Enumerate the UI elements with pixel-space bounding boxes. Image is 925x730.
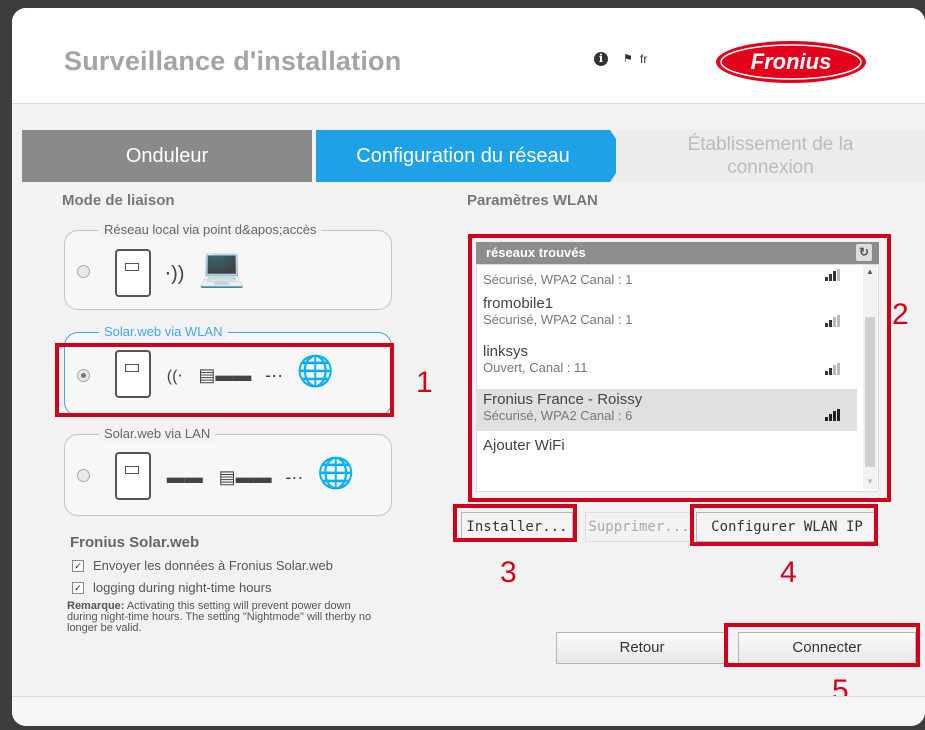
step-etablissement-connexion[interactable]: Établissement de la connexion xyxy=(616,130,925,182)
radio-lan[interactable] xyxy=(77,469,90,482)
mode-option-local-label: Réseau local via point d&apos;accès xyxy=(99,222,322,237)
fronius-logo: Fronius xyxy=(716,41,866,83)
network-detail: Ouvert, Canal : 11 xyxy=(483,360,588,375)
networks-list-title: réseaux trouvés xyxy=(486,245,586,260)
add-wifi-label: Ajouter WiFi xyxy=(483,437,565,454)
refresh-icon[interactable]: ↻ xyxy=(856,244,872,261)
inverter-icon xyxy=(115,248,151,297)
night-mode-note: Remarque: Activating this setting will p… xyxy=(67,601,427,634)
wlan-title: Paramètres WLAN xyxy=(467,192,598,209)
language-selector[interactable]: fr xyxy=(640,52,647,66)
app-window: Surveillance d'installation i ⚑ fr Froni… xyxy=(12,8,925,726)
network-item-selected[interactable]: Fronius France - Roissy Sécurisé, WPA2 C… xyxy=(477,389,857,431)
back-button[interactable]: Retour xyxy=(556,632,728,664)
step-configuration-reseau[interactable]: Configuration du réseau xyxy=(316,130,610,182)
annotation-box-4 xyxy=(690,504,878,546)
scrollbar-thumb[interactable] xyxy=(865,317,875,467)
step3-line1: Établissement de la xyxy=(687,134,854,155)
annotation-box-3 xyxy=(453,504,577,542)
mode-title: Mode de liaison xyxy=(62,192,175,209)
annotation-number-1: 1 xyxy=(416,366,433,399)
step3-line2: connexion xyxy=(727,157,814,178)
cable-icon: ▬▬ xyxy=(166,467,203,487)
svg-text:Fronius: Fronius xyxy=(751,49,832,74)
lan-icons: ▬▬ ▤▬▬ -·· 🌐 xyxy=(115,449,354,502)
laptop-icon: 💻 xyxy=(198,247,246,289)
checkbox-night-logging[interactable]: ✓ xyxy=(72,582,84,594)
checkbox-send-data[interactable]: ✓ xyxy=(72,560,84,572)
local-icons: ⋅)) 💻 xyxy=(115,243,246,299)
annotation-number-2: 2 xyxy=(892,298,909,331)
network-name: fromobile1 xyxy=(483,295,554,312)
signal-icon xyxy=(825,363,841,375)
annotation-number-4: 4 xyxy=(780,556,797,589)
wizard-steps: Onduleur Configuration du réseau Établis… xyxy=(22,130,925,182)
checkbox-night-logging-label: logging during night-time hours xyxy=(93,580,272,595)
network-item[interactable]: linksys Ouvert, Canal : 11 xyxy=(477,343,857,383)
scroll-down-icon[interactable]: ▼ xyxy=(866,477,874,486)
flag-icon[interactable]: ⚑ xyxy=(623,53,635,65)
wlan-networks-panel: réseaux trouvés ↻ Sécurisé, WPA2 Canal :… xyxy=(468,234,891,502)
solarweb-title: Fronius Solar.web xyxy=(70,534,200,551)
network-item[interactable]: Sécurisé, WPA2 Canal : 1 xyxy=(477,265,857,291)
annotation-box-5 xyxy=(724,623,920,667)
network-detail: Sécurisé, WPA2 Canal : 1 xyxy=(483,312,633,327)
radio-local[interactable] xyxy=(77,265,90,278)
signal-icon xyxy=(825,269,841,281)
router-icon: ▤▬▬ xyxy=(218,467,272,487)
signal-icon xyxy=(825,315,841,327)
mode-option-wlan-label: Solar.web via WLAN xyxy=(99,324,228,339)
networks-list-header: réseaux trouvés ↻ xyxy=(476,242,879,264)
scroll-up-icon[interactable]: ▲ xyxy=(866,267,874,276)
info-icon[interactable]: i xyxy=(594,52,608,66)
network-item[interactable]: fromobile1 Sécurisé, WPA2 Canal : 1 xyxy=(477,295,857,335)
signal-icon xyxy=(825,409,841,421)
annotation-box-1 xyxy=(55,343,394,417)
mode-option-lan[interactable]: ▬▬ ▤▬▬ -·· 🌐 xyxy=(64,434,392,516)
mode-option-lan-label: Solar.web via LAN xyxy=(99,426,216,441)
network-detail: Sécurisé, WPA2 Canal : 1 xyxy=(483,272,633,287)
header: Surveillance d'installation i ⚑ fr Froni… xyxy=(12,8,925,104)
network-name: linksys xyxy=(483,343,529,360)
network-detail: Sécurisé, WPA2 Canal : 6 xyxy=(483,408,633,423)
add-wifi-item[interactable]: Ajouter WiFi xyxy=(477,437,857,463)
dash-icon: -·· xyxy=(285,467,304,487)
note-line3: longer be valid. xyxy=(67,622,142,634)
inverter-icon xyxy=(115,451,151,500)
network-name: Fronius France - Roissy xyxy=(483,391,643,408)
page-title: Surveillance d'installation xyxy=(64,46,402,76)
delete-button[interactable]: Supprimer... xyxy=(585,512,693,542)
mode-option-local[interactable]: ⋅)) 💻 xyxy=(64,230,392,310)
annotation-number-3: 3 xyxy=(500,556,517,589)
wifi-signal-icon: ⋅)) xyxy=(164,263,185,285)
networks-list[interactable]: Sécurisé, WPA2 Canal : 1 fromobile1 Sécu… xyxy=(476,264,879,492)
checkbox-send-data-label: Envoyer les données à Fronius Solar.web xyxy=(93,558,333,573)
step-onduleur[interactable]: Onduleur xyxy=(22,130,312,182)
networks-scrollbar[interactable]: ▲ ▼ xyxy=(863,265,877,489)
footer xyxy=(12,696,925,726)
globe-icon: 🌐 xyxy=(317,457,355,490)
